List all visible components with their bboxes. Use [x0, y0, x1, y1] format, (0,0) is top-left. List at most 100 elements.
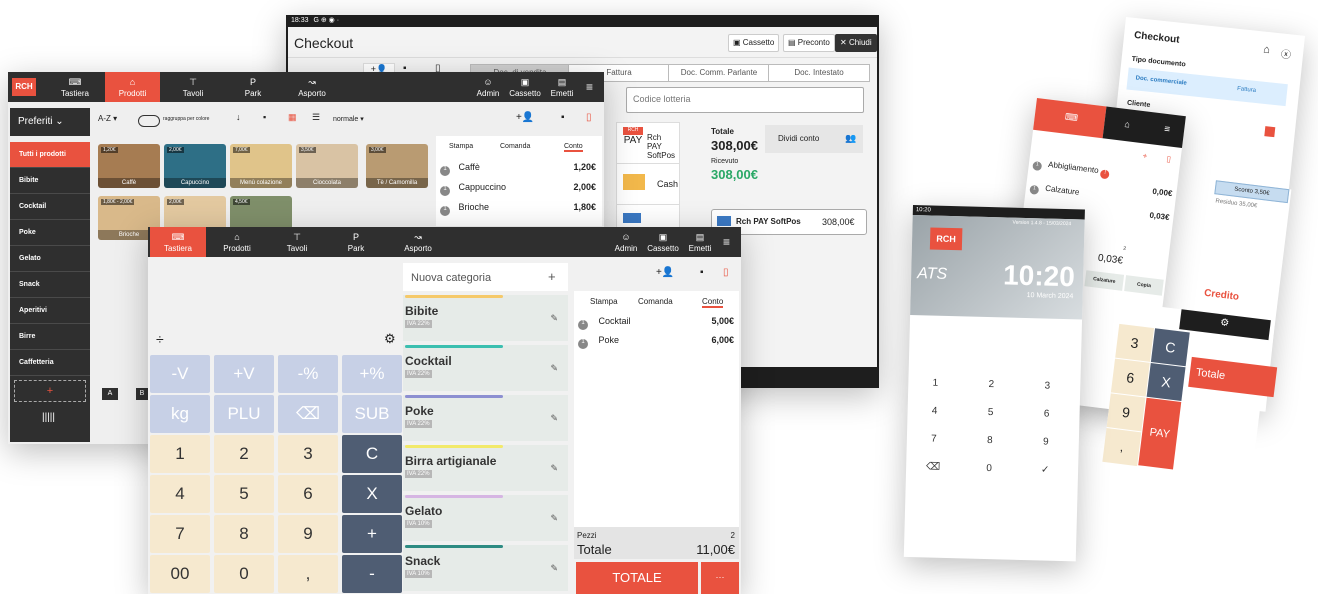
- product-tile[interactable]: 7,00€ Menù colazione: [230, 144, 292, 188]
- order-row[interactable]: 1 Abbigliamento ! 0,00€: [1032, 158, 1176, 198]
- keypad-key[interactable]: -V: [150, 355, 210, 393]
- sidebar-item[interactable]: Cocktail: [10, 194, 90, 220]
- product-tile[interactable]: 3,50€ Cioccolata: [296, 144, 358, 188]
- keypad-key[interactable]: -%: [278, 355, 338, 393]
- new-category-bar[interactable]: Nuova categoria +: [403, 263, 568, 291]
- tile-calzature[interactable]: Calzature: [1084, 270, 1125, 291]
- basket-icon[interactable]: ⌂: [1263, 44, 1271, 57]
- grid-icon[interactable]: ▦: [288, 112, 297, 123]
- payment-rchpay[interactable]: RCH PAY Rch PAY SoftPos: [616, 122, 680, 164]
- letter-b[interactable]: B: [136, 388, 148, 400]
- category-card[interactable]: Poke IVA 22% ✎: [403, 395, 568, 441]
- edit-icon[interactable]: ✎: [550, 363, 558, 374]
- phone-key[interactable]: X: [1146, 362, 1186, 401]
- more-button[interactable]: ···: [701, 562, 739, 594]
- nav-tavoli[interactable]: ⊤ Tavoli: [272, 227, 322, 257]
- sidebar-item[interactable]: Tutti i prodotti: [10, 142, 90, 168]
- menu-icon[interactable]: ≡: [1163, 124, 1170, 136]
- sidebar-item[interactable]: Bibite: [10, 168, 90, 194]
- edit-icon[interactable]: ✎: [550, 563, 558, 574]
- edit-icon[interactable]: ✎: [550, 413, 558, 424]
- phone-key[interactable]: 5: [975, 407, 1005, 419]
- phone-key[interactable]: ✓: [1030, 464, 1060, 476]
- save-icon[interactable]: ▪: [700, 267, 704, 278]
- edit-icon[interactable]: ✎: [550, 313, 558, 324]
- tab-comanda[interactable]: Comanda: [500, 143, 530, 150]
- nav-tastiera[interactable]: ⌨ Tastiera: [150, 227, 206, 257]
- add-category-button[interactable]: +: [14, 380, 86, 402]
- nav-admin[interactable]: ☺ Admin: [612, 227, 640, 257]
- phone-key[interactable]: C: [1150, 328, 1190, 367]
- add-customer-icon[interactable]: +: [1142, 151, 1148, 161]
- keypad-key[interactable]: +V: [214, 355, 274, 393]
- keypad-key[interactable]: 5: [214, 475, 274, 513]
- nav-prodotti[interactable]: ⌂ Prodotti: [212, 227, 262, 257]
- products-icon[interactable]: ⌂: [1124, 119, 1131, 130]
- pay-button[interactable]: PAY: [1138, 397, 1182, 470]
- tab-fattura[interactable]: Fattura: [1237, 86, 1257, 94]
- keypad-key[interactable]: 7: [150, 515, 210, 553]
- phone-key[interactable]: 4: [919, 405, 949, 417]
- phone-key[interactable]: 6: [1110, 358, 1150, 397]
- order-row[interactable]: 1 Cappuccino 2,00€: [440, 182, 598, 196]
- tab-comanda[interactable]: Comanda: [638, 297, 673, 306]
- tab-conto[interactable]: Conto: [702, 297, 724, 308]
- phone-key[interactable]: ⌫: [918, 461, 948, 473]
- keypad-key[interactable]: -: [342, 555, 402, 593]
- phone-key[interactable]: 9: [1106, 393, 1146, 432]
- size-select[interactable]: normale ▾: [333, 115, 364, 123]
- nav-park[interactable]: P Park: [331, 227, 381, 257]
- favorites-dropdown[interactable]: Preferiti ⌄: [10, 108, 90, 136]
- category-card[interactable]: Cocktail IVA 22% ✎: [403, 345, 568, 391]
- tab-stampa[interactable]: Stampa: [590, 297, 618, 306]
- keypad-key[interactable]: X: [342, 475, 402, 513]
- phone-key[interactable]: 3: [1032, 380, 1062, 392]
- barcode-icon[interactable]: |||||: [42, 412, 55, 423]
- phone-totale-bar[interactable]: Totale: [1188, 356, 1278, 398]
- keypad-key[interactable]: PLU: [214, 395, 274, 433]
- image-icon[interactable]: ▪: [263, 112, 266, 122]
- nav-tastiera[interactable]: ⌨ Tastiera: [50, 72, 100, 102]
- order-row[interactable]: 1 Poke 6,00€: [578, 335, 736, 349]
- tab-doc-intestato[interactable]: Doc. Intestato: [768, 64, 870, 82]
- keypad-key[interactable]: SUB: [342, 395, 402, 433]
- product-tile[interactable]: 3,00€ Tè / Camomilla: [366, 144, 428, 188]
- sidebar-item[interactable]: Poke: [10, 220, 90, 246]
- nav-prodotti[interactable]: ⌂ Prodotti: [105, 72, 160, 102]
- nav-emetti[interactable]: ▤ Emetti: [686, 227, 714, 257]
- edit-icon[interactable]: ✎: [550, 463, 558, 474]
- letter-a[interactable]: A: [102, 388, 118, 400]
- phone-key[interactable]: 8: [975, 435, 1005, 447]
- add-customer-icon[interactable]: +👤: [516, 112, 534, 123]
- phone-key[interactable]: 0: [974, 463, 1004, 475]
- phone-tab-keyboard[interactable]: ⌨: [1033, 98, 1107, 139]
- trash-icon[interactable]: ▯: [723, 267, 729, 278]
- keypad-key[interactable]: 4: [150, 475, 210, 513]
- phone-key[interactable]: 1: [920, 377, 950, 389]
- arrow-down-icon[interactable]: ↓: [236, 112, 241, 122]
- menu-icon[interactable]: ≡: [586, 80, 593, 94]
- customer-icon[interactable]: [1264, 126, 1276, 138]
- keypad-key[interactable]: +: [342, 515, 402, 553]
- sort-select[interactable]: A-Z ▾: [98, 114, 117, 123]
- totale-button[interactable]: TOTALE: [576, 562, 698, 594]
- close-icon[interactable]: ⓧ: [1280, 45, 1292, 61]
- nav-asporto[interactable]: ↝ Asporto: [393, 227, 443, 257]
- nav-asporto[interactable]: ↝ Asporto: [286, 72, 338, 102]
- keypad-key[interactable]: ,: [278, 555, 338, 593]
- nav-emetti[interactable]: ▤ Emetti: [548, 72, 576, 102]
- edit-icon[interactable]: ✎: [550, 513, 558, 524]
- chiudi-button[interactable]: ✕ Chiudi: [835, 34, 877, 52]
- tab-conto[interactable]: Conto: [564, 143, 583, 152]
- phone-key[interactable]: 9: [1031, 436, 1061, 448]
- cassetto-button[interactable]: ▣ Cassetto: [728, 34, 780, 52]
- keypad-key[interactable]: 9: [278, 515, 338, 553]
- category-card[interactable]: Birra artigianale IVA 22% ✎: [403, 445, 568, 491]
- keypad-key[interactable]: 1: [150, 435, 210, 473]
- keypad-key[interactable]: 6: [278, 475, 338, 513]
- nav-cassetto[interactable]: ▣ Cassetto: [506, 72, 544, 102]
- category-card[interactable]: Snack IVA 10% ✎: [403, 545, 568, 591]
- order-row[interactable]: 1 Cocktail 5,00€: [578, 316, 736, 330]
- divide-icon[interactable]: ÷: [156, 331, 164, 347]
- sidebar-item[interactable]: Caffetteria: [10, 350, 90, 376]
